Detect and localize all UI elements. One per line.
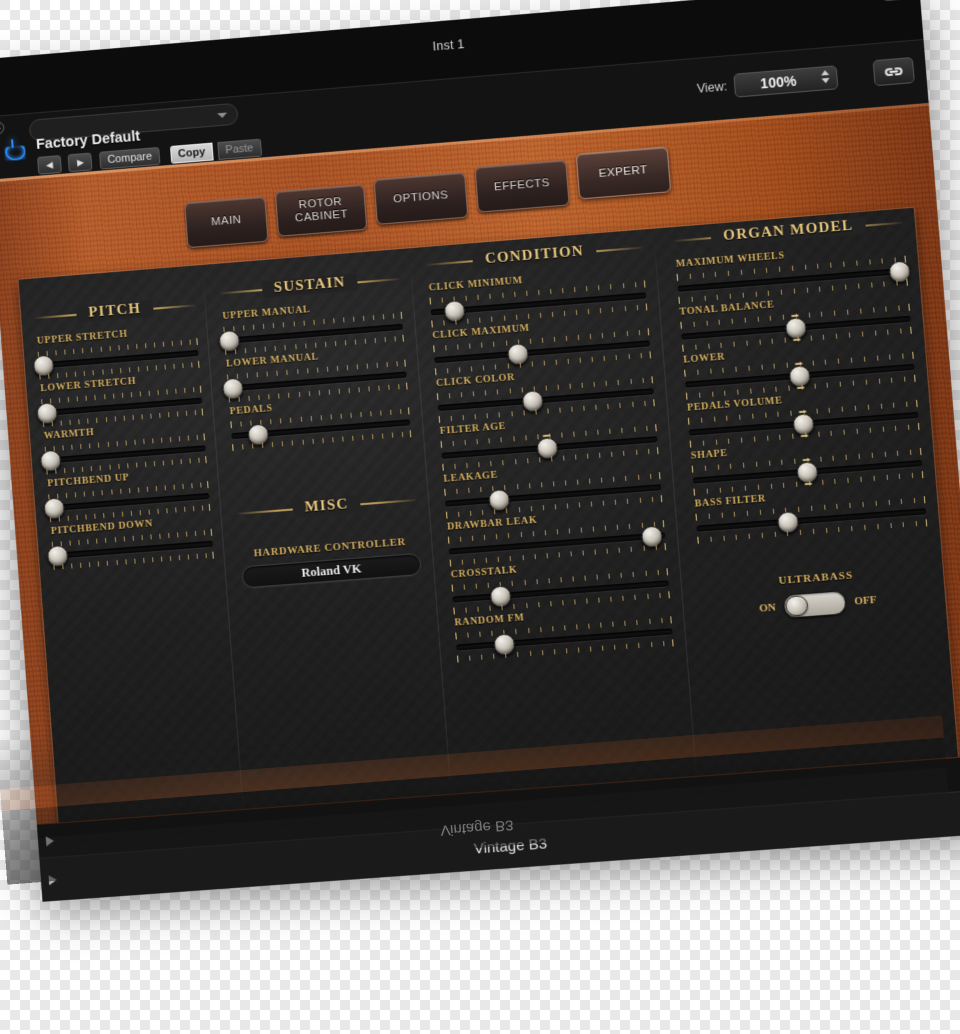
section-sustain-title: SUSTAIN (261, 272, 359, 298)
control-pitchbend-down: PITCHBEND DOWN (46, 514, 214, 570)
tab-effects[interactable]: EFFECTS (474, 159, 570, 213)
control-warmth: WARMTH (39, 418, 207, 475)
disclosure-triangle-icon[interactable] (45, 835, 55, 847)
organ-cabinet: MAIN ROTOR CABINET OPTIONS EFFECTS EXPER… (0, 102, 960, 882)
hardware-controller-value: Roland VK (300, 560, 363, 580)
label-leakage: LEAKAGE (443, 469, 499, 485)
ultrabass-off-label: OFF (853, 593, 878, 608)
control-random-fm: RANDOM FM (454, 601, 674, 663)
control-leakage: LEAKAGE (443, 457, 663, 519)
control-tonal-balance: TONAL BALANCE (679, 289, 912, 352)
host-window-chrome: Inst 1 ✕ Factory Default ◀ ▶ Compare Cop… (0, 0, 960, 902)
view-zoom-stepper[interactable]: 100% (733, 65, 839, 98)
section-condition-header: CONDITION (426, 234, 643, 277)
column-divider-3 (653, 238, 698, 784)
control-lower: LOWER (682, 337, 916, 400)
plugin-window: Inst 1 ✕ Factory Default ◀ ▶ Compare Cop… (0, 0, 960, 902)
section-pitch: PITCH UPPER STRETCH LOWER STRETCH WARMTH… (32, 266, 234, 840)
disclosure-triangle-icon-2[interactable] (48, 874, 58, 886)
tab-bar: MAIN ROTOR CABINET OPTIONS EFFECTS EXPER… (183, 146, 672, 249)
section-condition-title: CONDITION (472, 241, 597, 269)
tab-main[interactable]: MAIN (184, 196, 269, 249)
slider-bass-filter[interactable] (695, 496, 928, 544)
chevron-down-icon (217, 112, 228, 119)
power-button[interactable] (0, 133, 27, 163)
label-ultrabass: ULTRABASS (778, 569, 854, 588)
view-control-group: View: 100% (696, 65, 839, 100)
plugin-scene: Inst 1 ✕ Factory Default ◀ ▶ Compare Cop… (0, 0, 960, 1034)
control-upper-stretch: UPPER STRETCH (32, 323, 200, 380)
control-click-minimum: CLICK MINIMUM (428, 266, 648, 328)
label-shape: SHAPE (690, 447, 729, 462)
view-label: View: (696, 79, 728, 96)
slider-maximum-wheels[interactable] (676, 255, 912, 304)
label-tonal-balance: TONAL BALANCE (679, 299, 775, 318)
paste-button[interactable]: Paste (216, 138, 262, 161)
tab-options[interactable]: OPTIONS (373, 171, 469, 225)
section-pitch-title: PITCH (76, 299, 154, 323)
control-bass-filter: BASS FILTER (694, 481, 928, 544)
slider-leakage[interactable] (444, 472, 663, 519)
expert-panel: PITCH UPPER STRETCH LOWER STRETCH WARMTH… (18, 207, 960, 841)
window-toolbar-pill-button[interactable] (881, 0, 909, 2)
stepper-arrows-icon[interactable] (820, 69, 830, 84)
label-crosstalk: CROSSTALK (450, 564, 518, 581)
slider-shape[interactable] (691, 448, 924, 496)
control-drawbar-leak: DRAWBAR LEAK (446, 505, 667, 567)
slider-pitchbend-down[interactable] (46, 528, 214, 570)
ultrabass-toggle-knob (785, 594, 809, 617)
control-pedals-volume: PEDALS VOLUME (686, 385, 920, 448)
control-pitchbend-up: PITCHBEND UP (42, 466, 211, 523)
tab-main-label: MAIN (210, 214, 242, 229)
section-misc: MISC HARDWARE CONTROLLER Roland VK (236, 486, 422, 589)
ultrabass-on-label: ON (758, 601, 777, 615)
slider-lower[interactable] (684, 351, 916, 400)
slider-drawbar-leak[interactable] (447, 520, 667, 567)
section-sustain: SUSTAIN UPPER MANUAL LOWER MANUAL PEDALS… (218, 249, 440, 826)
next-preset-button[interactable]: ▶ (67, 152, 93, 173)
tab-rotor-cabinet[interactable]: ROTOR CABINET (274, 184, 368, 237)
ultrabass-toggle[interactable] (782, 590, 848, 619)
slider-pedals-volume[interactable] (687, 399, 920, 448)
label-pedals-volume: PEDALS VOLUME (686, 395, 783, 414)
label-drawbar-leak: DRAWBAR LEAK (446, 514, 538, 533)
section-organ-model-title: ORGAN MODEL (710, 216, 866, 246)
slider-tonal-balance[interactable] (680, 303, 912, 352)
label-bass-filter: BASS FILTER (694, 493, 767, 510)
control-crosstalk: CROSSTALK (450, 553, 670, 615)
slider-crosstalk[interactable] (451, 568, 670, 615)
section-organ-model-header: ORGAN MODEL (673, 209, 904, 253)
ultrabass-group: ULTRABASS ON OFF (701, 563, 934, 624)
link-button[interactable] (872, 56, 915, 87)
link-icon (882, 64, 905, 80)
tab-rotor-cabinet-label-2: CABINET (294, 208, 349, 225)
slider-random-fm[interactable] (455, 616, 674, 663)
power-icon (4, 139, 22, 157)
tab-effects-label: EFFECTS (493, 177, 551, 194)
label-random-fm: RANDOM FM (454, 612, 525, 629)
label-lower: LOWER (682, 351, 726, 366)
tab-expert[interactable]: EXPERT (575, 146, 672, 200)
section-misc-title: MISC (292, 494, 361, 517)
label-maximum-wheels: MAXIMUM WHEELS (675, 250, 786, 270)
section-organ-model: ORGAN MODEL MAXIMUM WHEELS TONAL BALANCE… (673, 209, 947, 793)
control-shape: SHAPE (690, 433, 924, 496)
tab-options-label: OPTIONS (392, 189, 449, 206)
tab-expert-label: EXPERT (598, 164, 649, 181)
view-zoom-value: 100% (759, 72, 797, 92)
prev-preset-button[interactable]: ◀ (37, 155, 62, 175)
copy-button[interactable]: Copy (169, 142, 214, 164)
control-maximum-wheels: MAXIMUM WHEELS (675, 241, 912, 304)
control-lower-stretch: LOWER STRETCH (35, 371, 204, 428)
close-icon[interactable]: ✕ (0, 120, 5, 135)
section-condition: CONDITION CLICK MINIMUM CLICK MAXIMUM CL… (426, 230, 686, 811)
